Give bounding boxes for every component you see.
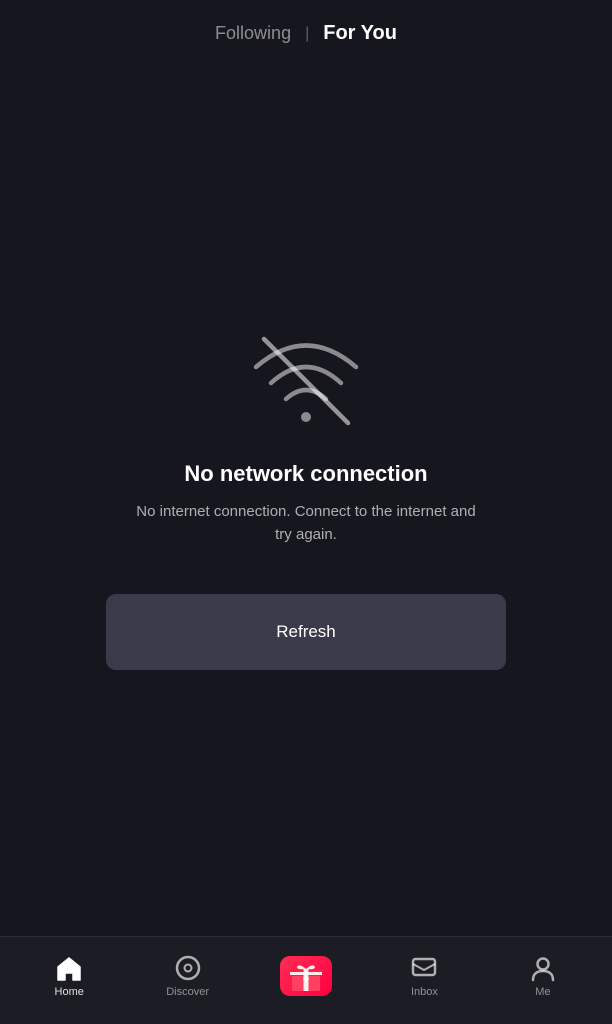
main-content: No network connection No internet connec… (0, 63, 612, 936)
home-label: Home (55, 986, 84, 998)
create-gift-icon (280, 956, 332, 996)
header: Following | For You (0, 0, 612, 63)
inbox-icon (410, 954, 438, 982)
no-wifi-icon (246, 329, 366, 429)
me-label: Me (535, 986, 550, 998)
nav-item-create[interactable] (247, 956, 365, 996)
discover-icon (174, 954, 202, 982)
refresh-button[interactable]: Refresh (106, 594, 506, 670)
tab-for-you[interactable]: For You (323, 18, 397, 49)
header-divider: | (305, 25, 309, 43)
error-title: No network connection (184, 461, 427, 487)
nav-item-discover[interactable]: Discover (128, 954, 246, 998)
discover-label: Discover (166, 986, 209, 998)
inbox-label: Inbox (411, 986, 438, 998)
home-icon (55, 954, 83, 982)
error-subtitle: No internet connection. Connect to the i… (126, 501, 486, 546)
nav-item-home[interactable]: Home (10, 954, 128, 998)
tab-following[interactable]: Following (215, 19, 291, 48)
bottom-nav: Home Discover (0, 936, 612, 1024)
profile-icon (529, 954, 557, 982)
nav-item-me[interactable]: Me (484, 954, 602, 998)
nav-item-inbox[interactable]: Inbox (365, 954, 483, 998)
